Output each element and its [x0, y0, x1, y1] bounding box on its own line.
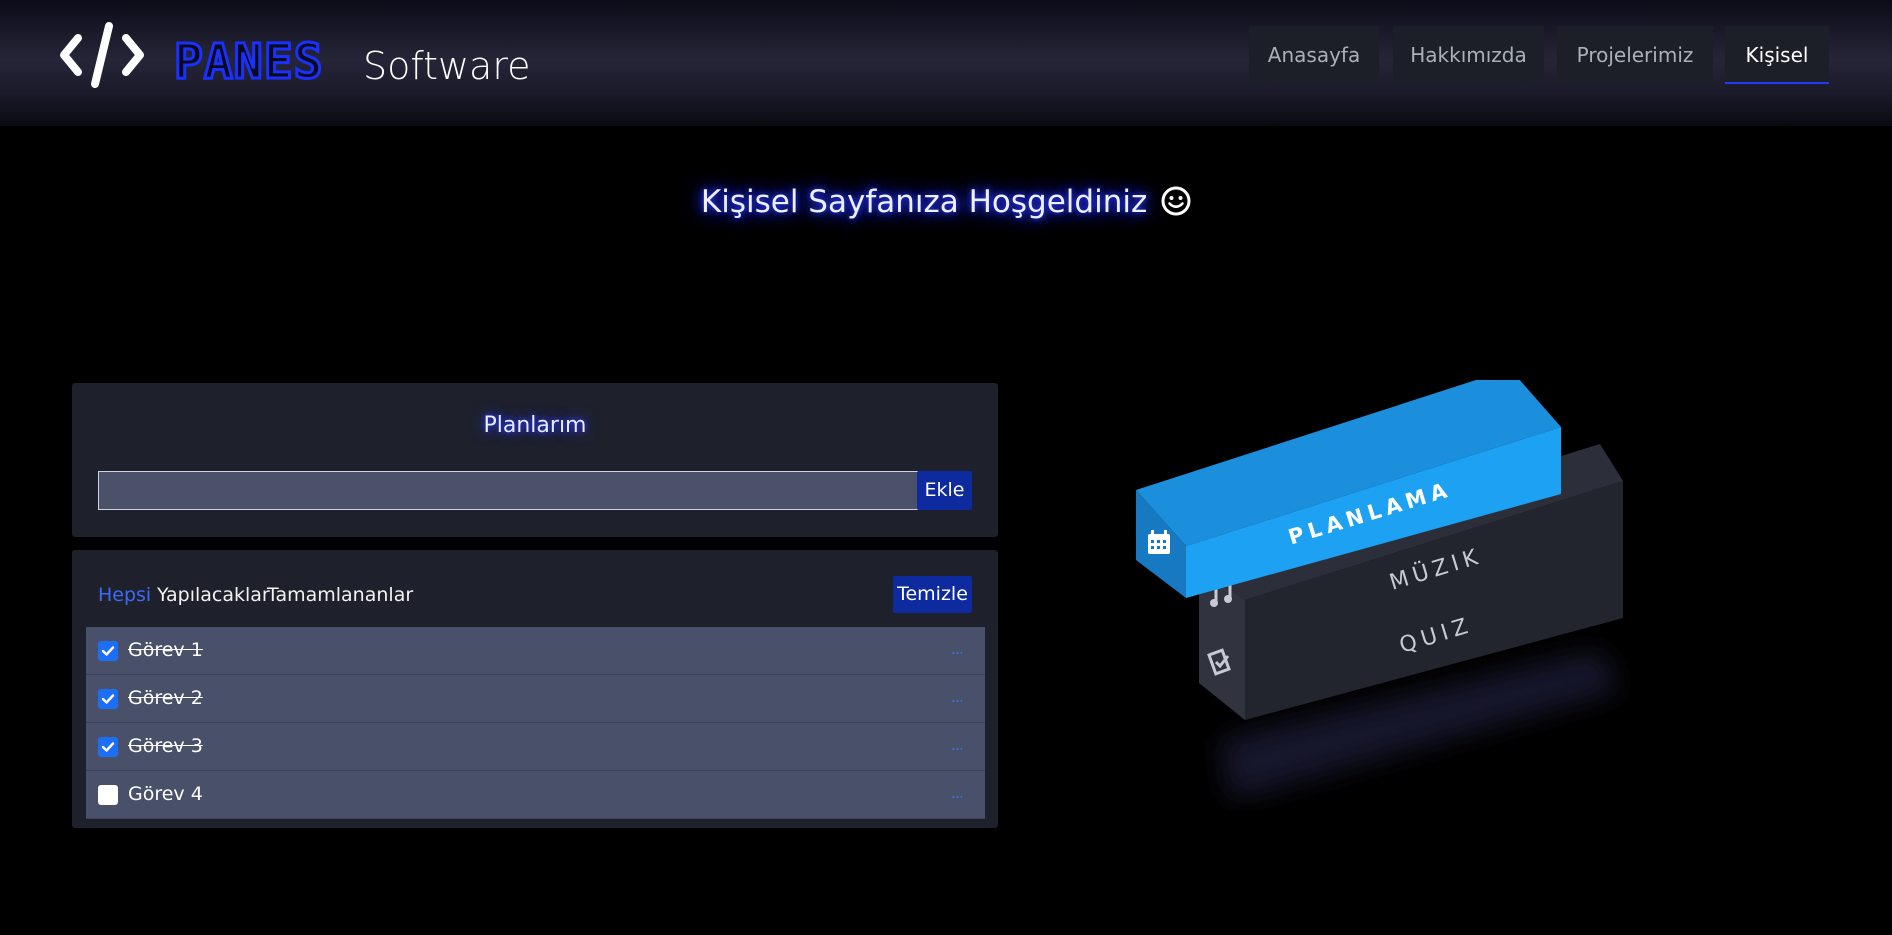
task-checkbox[interactable]: [98, 689, 118, 709]
task-checkbox[interactable]: [98, 641, 118, 661]
task-row: Görev 3 ...: [86, 723, 985, 771]
task-menu-button[interactable]: ...: [951, 771, 964, 815]
code-icon[interactable]: [60, 22, 144, 88]
nav-personal[interactable]: Kişisel: [1725, 26, 1829, 84]
plans-card: [72, 383, 998, 537]
task-menu-button[interactable]: ...: [951, 675, 964, 719]
filter-completed[interactable]: Tamamlananlar: [267, 580, 413, 610]
nav-about[interactable]: Hakkımızda: [1393, 26, 1544, 84]
clear-button[interactable]: Temizle: [893, 576, 972, 613]
task-list: Görev 1 ... Görev 2 ... Görev 3 ... Göre…: [86, 627, 985, 819]
welcome-text: Kişisel Sayfanıza Hoşgeldiniz: [700, 184, 1148, 220]
nav-home[interactable]: Anasayfa: [1249, 26, 1379, 84]
header: PANES Software Anasayfa Hakkımızda Proje…: [0, 0, 1892, 126]
task-label: Görev 3: [128, 735, 203, 757]
category-box[interactable]: MÜZIK QUIZ PLANLAMA: [1120, 369, 1640, 810]
task-label: Görev 4: [128, 783, 203, 805]
task-checkbox[interactable]: [98, 785, 118, 805]
welcome-heading: Kişisel Sayfanıza Hoşgeldiniz: [0, 178, 1892, 226]
task-label: Görev 1: [128, 639, 203, 661]
filter-todo[interactable]: Yapılacaklar: [157, 580, 270, 610]
check-icon: [101, 694, 115, 704]
smiley-icon: [1161, 186, 1191, 216]
plans-title: Planlarım: [483, 413, 587, 438]
add-button[interactable]: Ekle: [917, 471, 972, 510]
task-row: Görev 2 ...: [86, 675, 985, 723]
task-row: Görev 4 ...: [86, 771, 985, 819]
nav-projects[interactable]: Projelerimiz: [1557, 26, 1713, 84]
check-icon: [101, 742, 115, 752]
brand-name[interactable]: PANES: [173, 32, 324, 92]
task-menu-button[interactable]: ...: [951, 723, 964, 767]
brand-subtitle: Software: [363, 44, 531, 88]
task-menu-button[interactable]: ...: [951, 627, 964, 671]
plan-input[interactable]: [98, 471, 918, 510]
task-checkbox[interactable]: [98, 737, 118, 757]
filter-all[interactable]: Hepsi: [98, 580, 151, 610]
task-label: Görev 2: [128, 687, 203, 709]
task-row: Görev 1 ...: [86, 627, 985, 675]
check-icon: [101, 646, 115, 656]
